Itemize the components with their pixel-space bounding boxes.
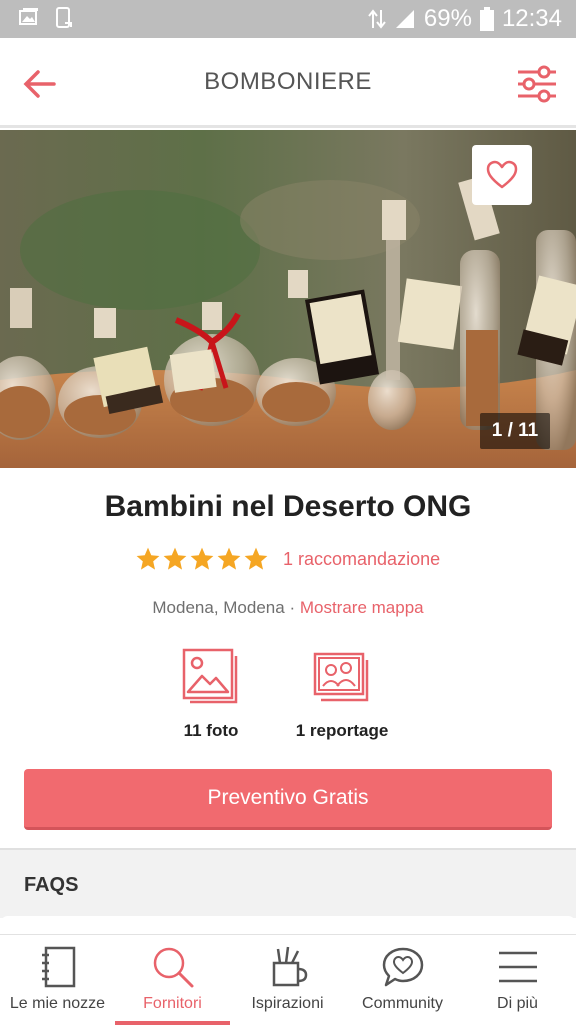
faqs-card <box>0 916 576 936</box>
vendor-location: Modena, Modena · Mostrare mappa <box>0 598 576 618</box>
star-icon <box>244 547 268 570</box>
chat-heart-icon <box>382 947 423 987</box>
search-icon <box>153 947 193 988</box>
photo-album-icon <box>313 652 369 702</box>
tab-label: Ispirazioni <box>251 995 324 1012</box>
favorite-button[interactable] <box>472 145 532 205</box>
star-icon <box>163 547 187 570</box>
tab-more[interactable]: Di più <box>460 935 575 1025</box>
location-separator: · <box>284 598 300 617</box>
star-rating <box>135 546 269 572</box>
photo-gallery-icon <box>182 648 238 704</box>
free-quote-button[interactable]: Preventivo Gratis <box>24 769 552 830</box>
reportage-button[interactable]: 1 reportage <box>272 648 412 741</box>
rating: 1 raccomandazione <box>135 546 440 572</box>
tab-my-wedding[interactable]: Le mie nozze <box>0 935 115 1025</box>
photo-counter: 1 / 11 <box>480 413 550 449</box>
battery-percent: 69% <box>423 5 472 32</box>
signal-icon <box>395 10 414 28</box>
tab-label: Le mie nozze <box>9 995 106 1012</box>
vendor-name: Bambini nel Deserto ONG <box>104 490 472 523</box>
sliders-icon[interactable] <box>516 64 558 104</box>
notebook-icon <box>41 946 75 988</box>
faqs-title: FAQS <box>24 874 79 896</box>
bottom-nav: Le mie nozze Fornitori Ispirazioni Commu… <box>0 934 576 1025</box>
reportage-count: 1 reportage <box>295 721 389 740</box>
phone-icon <box>56 7 72 28</box>
tab-label: Community <box>362 995 443 1012</box>
clock: 12:34 <box>501 5 562 32</box>
faqs-section: FAQS <box>0 848 576 918</box>
gallery-icon <box>19 8 38 25</box>
page-title: BOMBONIERE <box>204 68 372 95</box>
tab-label: Fornitori <box>143 995 202 1012</box>
status-bar: 69% 12:34 <box>0 0 576 38</box>
tab-community[interactable]: Community <box>345 935 460 1025</box>
heart-icon <box>486 160 518 189</box>
location-text: Modena, Modena <box>152 598 285 617</box>
star-icon <box>217 547 241 570</box>
show-map-link[interactable]: Mostrare mappa <box>300 598 424 617</box>
tab-inspirations[interactable]: Ispirazioni <box>230 935 345 1025</box>
photos-button[interactable]: 11 foto <box>141 648 281 741</box>
pencil-cup-icon <box>272 946 307 987</box>
photos-count: 11 foto <box>183 721 239 740</box>
data-icon <box>368 9 386 29</box>
star-icon <box>190 547 214 570</box>
star-icon <box>136 547 160 570</box>
tab-vendors[interactable]: Fornitori <box>115 935 230 1025</box>
recommendations-link[interactable]: 1 raccomandazione <box>283 549 440 570</box>
battery-icon <box>479 7 494 31</box>
app-bar: BOMBONIERE <box>0 38 576 128</box>
menu-icon <box>498 951 537 983</box>
tab-label: Di più <box>497 995 538 1012</box>
